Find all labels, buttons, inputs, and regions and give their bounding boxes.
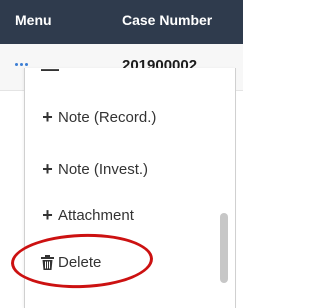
- plus-icon: —: [41, 68, 59, 79]
- menu-item-label: Attachment: [58, 206, 134, 224]
- column-header-menu: Menu: [15, 12, 52, 28]
- menu-item-partial[interactable]: —: [41, 68, 59, 79]
- menu-item-note-invest[interactable]: + Note (Invest.): [41, 160, 148, 178]
- menu-scrollbar[interactable]: [220, 213, 228, 283]
- menu-item-label: Note (Record.): [58, 108, 157, 126]
- ellipsis-icon[interactable]: [15, 63, 28, 66]
- plus-icon: +: [42, 107, 53, 127]
- plus-icon: +: [42, 159, 53, 179]
- column-header-case-number[interactable]: Case Number: [122, 12, 212, 28]
- menu-item-note-record[interactable]: + Note (Record.): [41, 108, 156, 126]
- menu-item-attachment[interactable]: + Attachment: [41, 206, 134, 224]
- plus-icon: +: [42, 205, 53, 225]
- menu-item-label: Note (Invest.): [58, 160, 149, 178]
- table-header: Menu Case Number: [0, 0, 243, 44]
